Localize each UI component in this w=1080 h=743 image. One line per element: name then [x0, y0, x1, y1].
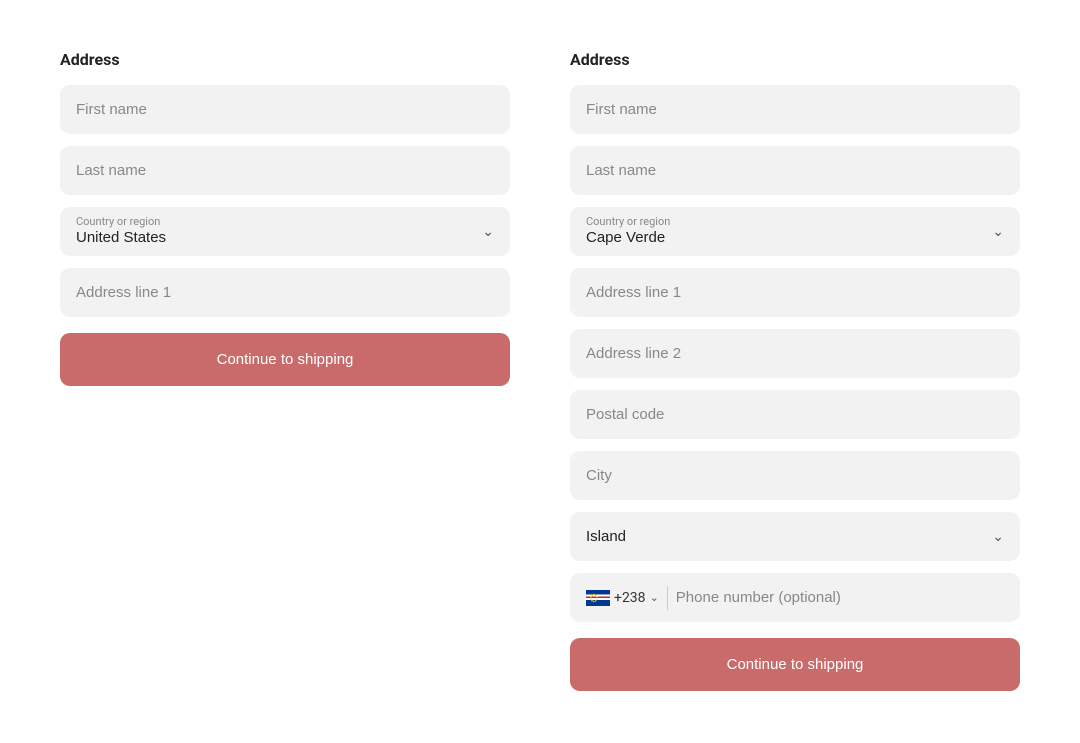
- right-island-wrapper: Island Santiago São Vicente Santo Antão …: [570, 512, 1020, 561]
- right-section-title: Address: [570, 50, 1020, 69]
- left-first-name-input[interactable]: [60, 85, 510, 134]
- left-continue-button[interactable]: Continue to shipping: [60, 333, 510, 386]
- right-island-select[interactable]: Island Santiago São Vicente Santo Antão …: [570, 512, 1020, 561]
- right-address2-input[interactable]: [570, 329, 1020, 378]
- right-address-form: Address Country or region Cape Verde Uni…: [570, 50, 1020, 691]
- phone-separator: [667, 586, 668, 610]
- right-city-input[interactable]: [570, 451, 1020, 500]
- right-phone-flag-selector[interactable]: +238 ⌄: [586, 590, 659, 606]
- phone-country-code: +238: [614, 590, 646, 606]
- right-phone-field-wrapper: +238 ⌄: [570, 573, 1020, 622]
- right-postal-input[interactable]: [570, 390, 1020, 439]
- right-first-name-input[interactable]: [570, 85, 1020, 134]
- left-address1-input[interactable]: [60, 268, 510, 317]
- right-phone-input[interactable]: [676, 573, 1004, 622]
- right-address1-input[interactable]: [570, 268, 1020, 317]
- cape-verde-flag-icon: [586, 590, 610, 606]
- left-address-form: Address Country or region United States …: [60, 50, 510, 691]
- left-country-select[interactable]: United States Canada United Kingdom Aust…: [60, 207, 510, 256]
- left-last-name-input[interactable]: [60, 146, 510, 195]
- page-container: Address Country or region United States …: [20, 30, 1060, 711]
- right-last-name-input[interactable]: [570, 146, 1020, 195]
- right-country-select[interactable]: Cape Verde United States Canada United K…: [570, 207, 1020, 256]
- left-country-wrapper: Country or region United States Canada U…: [60, 207, 510, 256]
- right-country-wrapper: Country or region Cape Verde United Stat…: [570, 207, 1020, 256]
- left-section-title: Address: [60, 50, 510, 69]
- phone-code-chevron-icon: ⌄: [650, 591, 659, 604]
- right-continue-button[interactable]: Continue to shipping: [570, 638, 1020, 691]
